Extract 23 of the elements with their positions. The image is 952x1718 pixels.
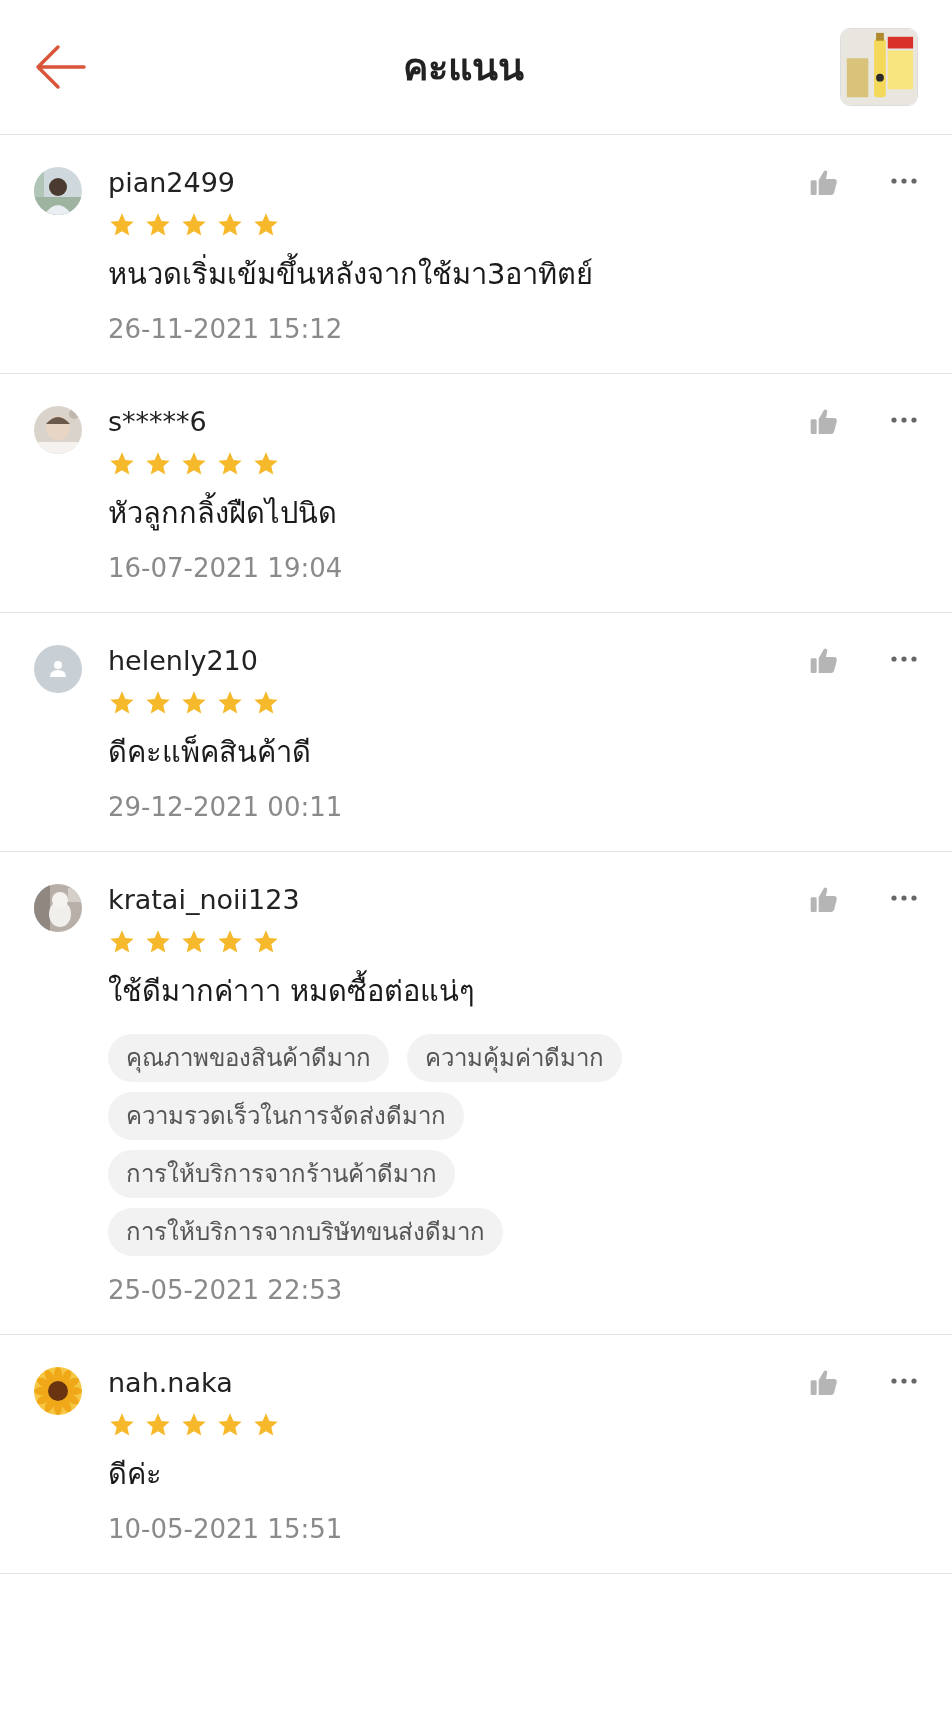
review-comment: หนวดเริ่มเข้มขึ้นหลังจากใช้มา3อาทิตย์ (108, 253, 918, 295)
username: s*****6 (108, 405, 208, 439)
review-comment: ดีคะแพ็คสินค้าดี (108, 733, 312, 771)
review-comment: ดีค่ะ (108, 1456, 163, 1493)
page-title: คะแนน (402, 43, 524, 91)
review-date: 16-07-2021 19:04 (108, 552, 344, 585)
tag: การให้บริการจากร้านค้าดีมาก (108, 1150, 455, 1198)
back-button[interactable] (34, 43, 86, 91)
avatar-placeholder (34, 645, 82, 693)
username: pian2499 (108, 166, 236, 200)
review-date: 10-05-2021 15:51 (108, 1513, 344, 1546)
review-date: 25-05-2021 22:53 (108, 1274, 344, 1307)
username: helenly210 (108, 644, 259, 678)
username: nah.naka (108, 1366, 234, 1400)
review-date: 26-11-2021 15:12 (108, 313, 344, 346)
tag: คุณภาพของสินค้าดีมาก (108, 1034, 389, 1082)
review-comment: หัวลูกกลิ้งฝืดไปนิด (108, 492, 918, 534)
review-date: 29-12-2021 00:11 (108, 791, 344, 824)
review-comment: ใช้ดีมากค่าาา หมดซื้อต่อแน่ๆ (108, 970, 918, 1012)
tag: ความรวดเร็วในการจัดส่งดีมาก (108, 1092, 464, 1140)
tag: การให้บริการจากบริษัทขนส่งดีมาก (108, 1208, 503, 1256)
tag: ความคุ้มค่าดีมาก (407, 1034, 622, 1082)
username: kratai_noii123 (108, 883, 301, 917)
